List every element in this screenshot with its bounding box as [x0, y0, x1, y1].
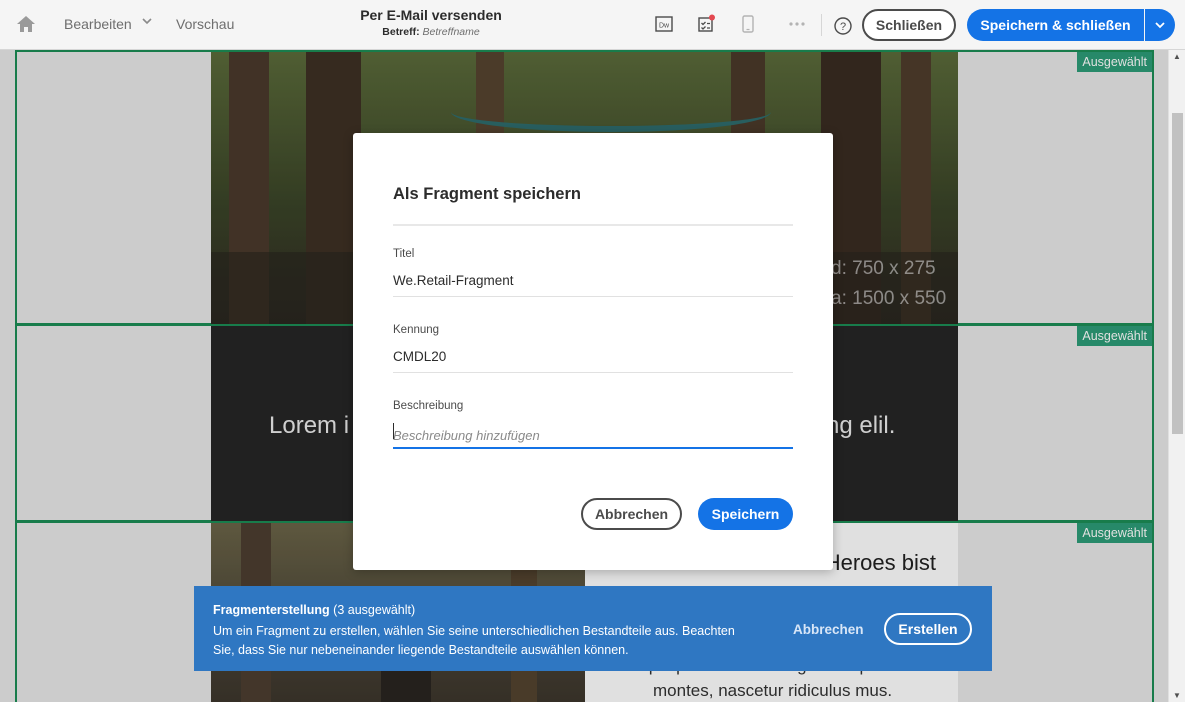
help-icon[interactable]: ? — [833, 16, 853, 36]
subject-label: Betreff: — [382, 26, 420, 38]
home-icon[interactable] — [16, 14, 36, 34]
toast-cancel-button[interactable]: Abbrechen — [793, 622, 864, 637]
close-button[interactable]: Schließen — [862, 9, 956, 41]
dialog-divider — [393, 224, 793, 226]
subject-line: Betreff: Betreffname — [331, 26, 531, 38]
toast-count: (3 ausgewählt) — [333, 603, 416, 617]
chevron-down-icon — [1155, 22, 1165, 29]
more-icon[interactable] — [787, 14, 807, 34]
save-and-close-button[interactable]: Speichern & schließen — [967, 9, 1144, 41]
description-input[interactable] — [393, 423, 793, 449]
top-bar: Bearbeiten Vorschau Per E-Mail versenden… — [0, 0, 1185, 50]
fragment-creation-toast: Fragmenterstellung (3 ausgewählt) Um ein… — [194, 586, 992, 671]
text-caret — [393, 423, 394, 439]
description-field-label: Beschreibung — [393, 400, 464, 412]
page-title: Per E-Mail versenden — [360, 7, 502, 23]
id-field-label: Kennung — [393, 324, 440, 336]
vertical-scrollbar[interactable]: ▲ ▼ — [1168, 50, 1185, 702]
title-field[interactable]: We.Retail-Fragment — [393, 273, 793, 297]
toolbar-divider — [821, 14, 822, 36]
edit-menu[interactable]: Bearbeiten — [64, 16, 132, 32]
scroll-thumb[interactable] — [1172, 113, 1183, 434]
dreamweaver-icon[interactable]: Dw — [654, 14, 674, 34]
checklist-icon[interactable] — [696, 14, 716, 34]
save-fragment-dialog: Als Fragment speichern Titel We.Retail-F… — [353, 133, 833, 570]
scroll-up-icon[interactable]: ▲ — [1173, 52, 1181, 61]
svg-text:?: ? — [840, 21, 846, 33]
save-options-dropdown[interactable] — [1145, 9, 1175, 41]
cancel-button[interactable]: Abbrechen — [581, 498, 682, 530]
toast-message: Um ein Fragment zu erstellen, wählen Sie… — [213, 624, 735, 657]
id-field[interactable]: CMDL20 — [393, 349, 793, 373]
dialog-title: Als Fragment speichern — [393, 185, 581, 203]
title-field-label: Titel — [393, 248, 415, 260]
save-button[interactable]: Speichern — [698, 498, 793, 530]
toast-title-text: Fragmenterstellung — [213, 603, 330, 617]
preview-tab[interactable]: Vorschau — [176, 16, 234, 32]
subject-value: Betreffname — [422, 26, 480, 38]
svg-text:Dw: Dw — [659, 23, 670, 30]
scroll-down-icon[interactable]: ▼ — [1173, 691, 1181, 700]
create-fragment-button[interactable]: Erstellen — [884, 613, 972, 645]
toast-title: Fragmenterstellung (3 ausgewählt) — [213, 603, 415, 617]
chevron-down-icon[interactable] — [141, 15, 153, 27]
document-title: Per E-Mail versenden Betreff: Betreffnam… — [331, 7, 531, 38]
mobile-icon[interactable] — [738, 14, 758, 34]
